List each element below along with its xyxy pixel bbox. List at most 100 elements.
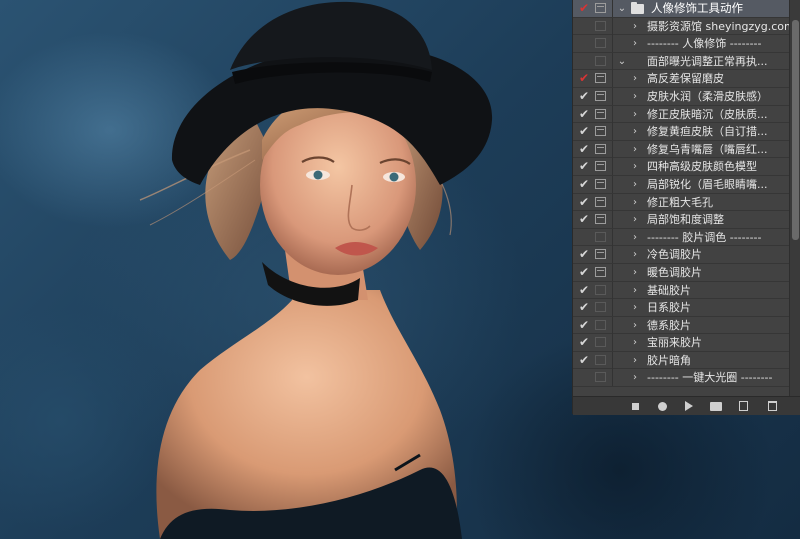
- toggle-dialog-icon[interactable]: [595, 126, 606, 137]
- action-row[interactable]: ✔ › 皮肤水润（柔滑皮肤感）: [573, 87, 800, 106]
- toggle-item-checkbox[interactable]: [576, 53, 592, 70]
- toggle-item-checkbox[interactable]: ✔: [576, 246, 592, 263]
- toggle-dialog-icon[interactable]: [595, 266, 606, 277]
- toggle-item-checkbox[interactable]: [576, 35, 592, 52]
- toggle-item-checkbox[interactable]: ✔: [576, 211, 592, 228]
- action-row[interactable]: › -------- 胶片调色 --------: [573, 228, 800, 247]
- toggle-item-checkbox[interactable]: ✔: [576, 106, 592, 123]
- chevron-down-icon[interactable]: ⌄: [617, 0, 627, 17]
- action-row[interactable]: ✔ › 基础胶片: [573, 281, 800, 300]
- action-row[interactable]: ✔ › 修正粗大毛孔: [573, 193, 800, 212]
- toggle-item-checkbox[interactable]: [576, 18, 592, 35]
- toggle-item-checkbox[interactable]: ✔: [576, 194, 592, 211]
- action-label: 暖色调胶片: [647, 265, 702, 279]
- chevron-right-icon[interactable]: ›: [630, 352, 640, 369]
- action-row[interactable]: ✔ › 局部锐化（眉毛眼睛嘴...: [573, 175, 800, 194]
- chevron-right-icon[interactable]: ›: [630, 123, 640, 140]
- chevron-right-icon[interactable]: ›: [630, 106, 640, 123]
- chevron-right-icon[interactable]: ›: [630, 229, 640, 246]
- toggle-dialog-icon[interactable]: [595, 73, 606, 84]
- toggle-dialog-icon[interactable]: [595, 178, 606, 189]
- toggle-item-checkbox[interactable]: ✔: [576, 299, 592, 316]
- chevron-right-icon[interactable]: ›: [630, 141, 640, 158]
- toggle-dialog-icon[interactable]: [595, 319, 606, 330]
- toggle-dialog-icon[interactable]: [595, 284, 606, 295]
- chevron-right-icon[interactable]: ›: [630, 299, 640, 316]
- action-row[interactable]: ✔ › 冷色调胶片: [573, 246, 800, 264]
- action-set-row[interactable]: ✔ ⌄ 人像修饰工具动作: [573, 0, 800, 18]
- toggle-item-checkbox[interactable]: [576, 369, 592, 386]
- toggle-dialog-icon[interactable]: [595, 231, 606, 242]
- toggle-dialog-icon[interactable]: [595, 337, 606, 348]
- play-button[interactable]: [679, 397, 699, 415]
- action-label: 修复乌青嘴唇（嘴唇红...: [647, 142, 768, 156]
- record-button[interactable]: [652, 397, 672, 415]
- toggle-dialog-icon[interactable]: [595, 143, 606, 154]
- toggle-dialog-icon[interactable]: [595, 90, 606, 101]
- action-row[interactable]: ✔ › 修复乌青嘴唇（嘴唇红...: [573, 140, 800, 159]
- chevron-right-icon[interactable]: ›: [630, 317, 640, 334]
- toggle-item-checkbox[interactable]: ✔: [576, 158, 592, 175]
- toggle-item-checkbox[interactable]: ✔: [576, 0, 592, 17]
- toggle-item-checkbox[interactable]: ✔: [576, 264, 592, 281]
- toggle-dialog-icon[interactable]: [595, 161, 606, 172]
- toggle-dialog-icon[interactable]: [595, 196, 606, 207]
- action-row[interactable]: ✔ › 高反差保留磨皮: [573, 70, 800, 88]
- action-row[interactable]: ✔ › 四种高级皮肤颜色模型: [573, 158, 800, 176]
- chevron-down-icon[interactable]: ⌄: [617, 53, 627, 70]
- toggle-item-checkbox[interactable]: ✔: [576, 176, 592, 193]
- toggle-item-checkbox[interactable]: ✔: [576, 123, 592, 140]
- action-row[interactable]: ✔ › 修复黄疸皮肤（自订措...: [573, 123, 800, 141]
- action-row[interactable]: ✔ › 宝丽来胶片: [573, 334, 800, 352]
- column-divider: [612, 35, 613, 53]
- toggle-dialog-icon[interactable]: [595, 249, 606, 260]
- chevron-right-icon[interactable]: ›: [630, 18, 640, 35]
- toggle-item-checkbox[interactable]: [576, 229, 592, 246]
- toggle-dialog-icon[interactable]: [595, 108, 606, 119]
- chevron-right-icon[interactable]: ›: [630, 211, 640, 228]
- chevron-right-icon[interactable]: ›: [630, 194, 640, 211]
- toggle-dialog-icon[interactable]: [595, 3, 606, 13]
- action-row[interactable]: › -------- 人像修饰 --------: [573, 35, 800, 53]
- toggle-item-checkbox[interactable]: ✔: [576, 334, 592, 351]
- action-row[interactable]: › 摄影资源馆 sheyingzyg.com: [573, 17, 800, 36]
- chevron-right-icon[interactable]: ›: [630, 88, 640, 105]
- toggle-item-checkbox[interactable]: ✔: [576, 70, 592, 87]
- toggle-item-checkbox[interactable]: ✔: [576, 141, 592, 158]
- toggle-dialog-icon[interactable]: [595, 372, 606, 383]
- new-action-button[interactable]: [733, 397, 753, 415]
- toggle-item-checkbox[interactable]: ✔: [576, 317, 592, 334]
- toggle-dialog-icon[interactable]: [595, 302, 606, 313]
- toggle-dialog-icon[interactable]: [595, 214, 606, 225]
- toggle-dialog-icon[interactable]: [595, 55, 606, 66]
- action-row[interactable]: › -------- 一键大光圈 --------: [573, 369, 800, 388]
- chevron-right-icon[interactable]: ›: [630, 70, 640, 87]
- action-row[interactable]: ✔ › 局部饱和度调整: [573, 211, 800, 229]
- chevron-right-icon[interactable]: ›: [630, 35, 640, 52]
- scrollbar-thumb[interactable]: [792, 20, 799, 240]
- chevron-right-icon[interactable]: ›: [630, 246, 640, 263]
- chevron-right-icon[interactable]: ›: [630, 282, 640, 299]
- toggle-item-checkbox[interactable]: ✔: [576, 88, 592, 105]
- action-row[interactable]: ✔ › 暖色调胶片: [573, 263, 800, 282]
- new-set-button[interactable]: [706, 397, 726, 415]
- action-row[interactable]: ✔ › 修正皮肤暗沉（皮肤质...: [573, 105, 800, 124]
- chevron-right-icon[interactable]: ›: [630, 176, 640, 193]
- chevron-right-icon[interactable]: ›: [630, 158, 640, 175]
- toggle-dialog-icon[interactable]: [595, 38, 606, 49]
- delete-button[interactable]: [762, 397, 782, 415]
- action-row[interactable]: ✔ › 德系胶片: [573, 316, 800, 335]
- toggle-item-checkbox[interactable]: ✔: [576, 352, 592, 369]
- folder-icon: [631, 2, 644, 14]
- toggle-item-checkbox[interactable]: ✔: [576, 282, 592, 299]
- chevron-right-icon[interactable]: ›: [630, 334, 640, 351]
- action-row[interactable]: ✔ › 胶片暗角: [573, 351, 800, 370]
- stop-button[interactable]: [625, 397, 645, 415]
- toggle-dialog-icon[interactable]: [595, 20, 606, 31]
- toggle-dialog-icon[interactable]: [595, 354, 606, 365]
- chevron-right-icon[interactable]: ›: [630, 369, 640, 386]
- action-row[interactable]: ⌄ 面部曝光调整正常再执...: [573, 52, 800, 71]
- action-row[interactable]: ✔ › 日系胶片: [573, 299, 800, 317]
- actions-scrollbar[interactable]: [789, 0, 800, 396]
- chevron-right-icon[interactable]: ›: [630, 264, 640, 281]
